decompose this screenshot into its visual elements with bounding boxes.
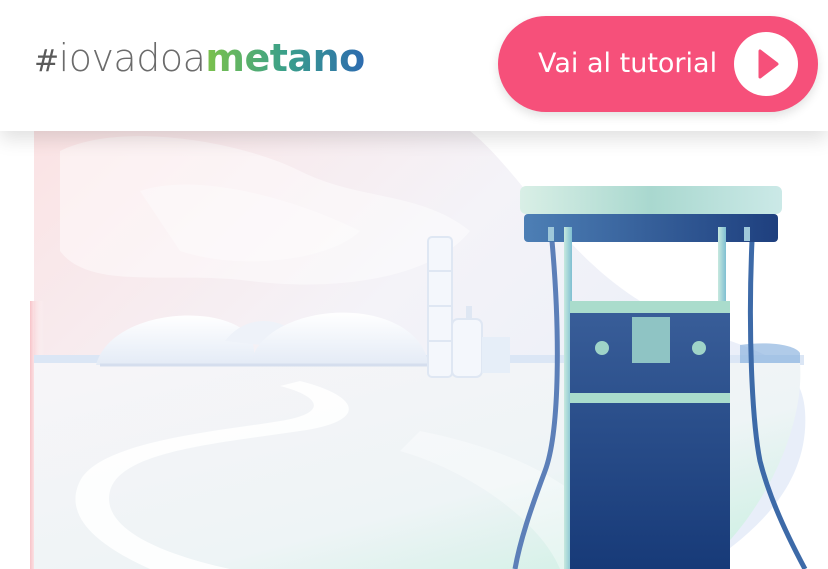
logo-text-bold: metano — [205, 36, 365, 80]
fuel-pump-illustration — [30, 131, 808, 569]
logo-hash: # — [34, 44, 59, 79]
tutorial-button[interactable]: Vai al tutorial — [498, 16, 818, 112]
top-bar: #iovadoametano Vai al tutorial — [0, 0, 828, 131]
tutorial-button-label: Vai al tutorial — [538, 48, 718, 79]
hero-illustration — [0, 131, 828, 569]
logo-text-light: iovadoa — [58, 36, 206, 80]
site-logo[interactable]: #iovadoametano — [34, 36, 365, 80]
play-icon[interactable] — [734, 32, 798, 96]
